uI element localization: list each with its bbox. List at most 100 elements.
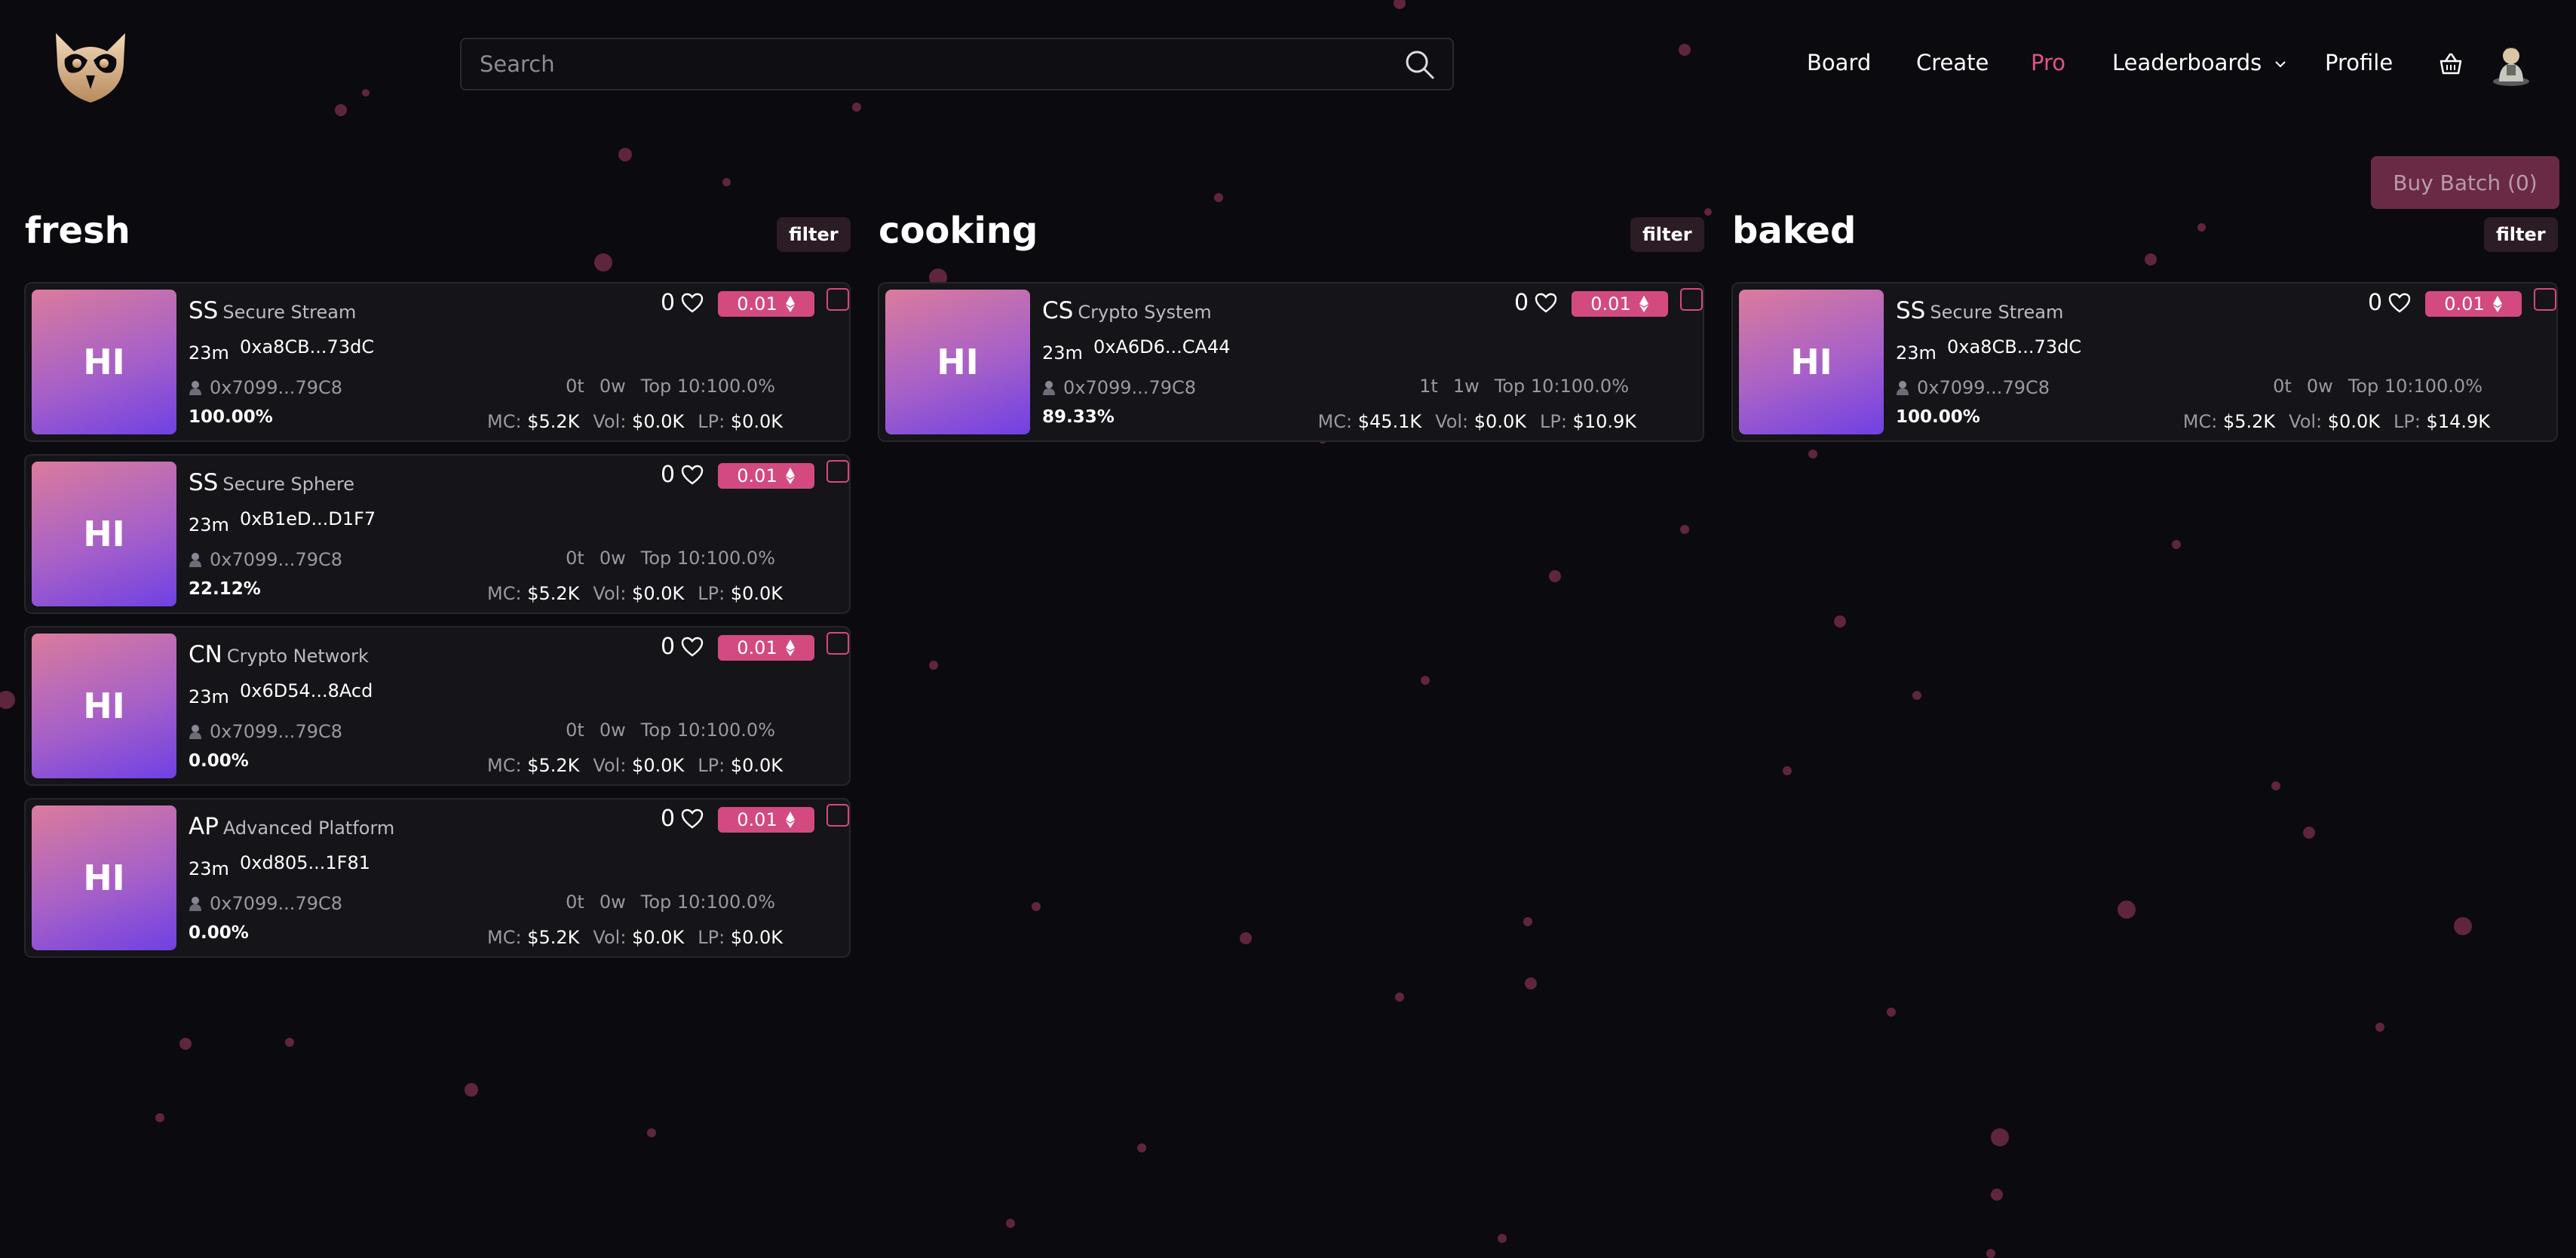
owl-logo-icon[interactable]	[51, 29, 130, 104]
token-symbol: SS	[189, 297, 219, 324]
like-count: 0	[1514, 290, 1529, 316]
quick-buy-button[interactable]: 0.01	[718, 463, 814, 489]
nav-create[interactable]: Create	[1916, 50, 1989, 75]
creator-address[interactable]: 0x7099...79C8	[1063, 377, 1196, 398]
heart-icon[interactable]	[681, 465, 704, 486]
token-symbol: SS	[1896, 297, 1926, 324]
quick-buy-button[interactable]: 0.01	[1572, 291, 1668, 317]
mc-label: MC:	[2182, 411, 2218, 432]
nav-pro[interactable]: Pro	[2031, 50, 2065, 75]
creator-address[interactable]: 0x7099...79C8	[210, 549, 342, 570]
select-checkbox[interactable]	[826, 288, 849, 311]
select-checkbox[interactable]	[826, 460, 849, 483]
price-amount: 0.01	[737, 465, 777, 486]
token-card-baked-1[interactable]: HI SS Secure Stream 23m 0xa8CB...73dC 0x7…	[1731, 282, 2558, 442]
volume: $0.0K	[2327, 411, 2380, 432]
select-checkbox[interactable]	[826, 804, 849, 827]
volume: $0.0K	[632, 583, 685, 604]
heart-icon[interactable]	[681, 808, 704, 830]
top-holders: Top 10:100.0%	[2348, 376, 2482, 397]
token-symbol: AP	[189, 813, 219, 840]
vol-label: Vol:	[593, 755, 627, 776]
mc-label: MC:	[487, 583, 522, 604]
creator-address[interactable]: 0x7099...79C8	[210, 893, 342, 914]
search-bar[interactable]	[460, 38, 1454, 91]
market-cap: $5.2K	[527, 583, 580, 604]
basket-icon[interactable]	[2438, 51, 2464, 77]
select-checkbox[interactable]	[826, 632, 849, 655]
select-checkbox[interactable]	[1680, 288, 1703, 311]
token-address[interactable]: 0xd805...1F81	[240, 852, 370, 873]
avatar[interactable]	[2492, 39, 2531, 86]
top-holders: Top 10:100.0%	[640, 548, 775, 569]
filter-button-baked[interactable]: filter	[2484, 217, 2558, 252]
heart-icon[interactable]	[681, 637, 704, 658]
heart-icon[interactable]	[1535, 293, 1557, 314]
token-age: 23m	[189, 686, 229, 707]
top-holders: Top 10:100.0%	[640, 891, 775, 913]
heart-icon[interactable]	[2388, 293, 2411, 314]
search-icon[interactable]	[1403, 48, 1436, 81]
quick-buy-button[interactable]: 0.01	[718, 291, 814, 317]
nav-profile[interactable]: Profile	[2325, 50, 2393, 75]
token-card-fresh-4[interactable]: HI AP Advanced Platform 23m 0xd805...1F81…	[24, 798, 851, 958]
token-age: 23m	[1042, 342, 1083, 364]
liquidity: $0.0K	[730, 411, 783, 432]
token-address[interactable]: 0xa8CB...73dC	[240, 336, 374, 357]
vol-label: Vol:	[593, 411, 627, 432]
volume: $0.0K	[1474, 411, 1526, 432]
nav-leaderboards[interactable]: Leaderboards	[2112, 50, 2287, 75]
stat-t: 0t	[2273, 376, 2292, 397]
quick-buy-button[interactable]: 0.01	[2425, 291, 2522, 317]
token-card-fresh-2[interactable]: HI SS Secure Sphere 23m 0xB1eD...D1F7 0x7…	[24, 454, 851, 614]
eth-icon	[785, 640, 795, 656]
stat-w: 0w	[599, 720, 626, 741]
market-cap: $45.1K	[1357, 411, 1422, 432]
bonding-progress: 0.00%	[189, 923, 249, 943]
token-card-cooking-1[interactable]: HI CS Crypto System 23m 0xA6D6...CA44 0x7…	[878, 282, 1704, 442]
price-amount: 0.01	[2444, 293, 2485, 314]
vol-label: Vol:	[593, 583, 627, 604]
token-address[interactable]: 0x6D54...8Acd	[240, 680, 373, 701]
token-address[interactable]: 0xA6D6...CA44	[1093, 336, 1231, 357]
vol-label: Vol:	[1435, 411, 1469, 432]
creator-address[interactable]: 0x7099...79C8	[210, 377, 342, 398]
eth-icon	[2492, 296, 2502, 312]
quick-buy-button[interactable]: 0.01	[718, 807, 814, 833]
user-icon	[189, 725, 201, 739]
mc-label: MC:	[487, 927, 522, 948]
filter-button-fresh[interactable]: filter	[777, 217, 851, 252]
filter-button-cooking[interactable]: filter	[1630, 217, 1704, 252]
nav-board[interactable]: Board	[1807, 50, 1871, 75]
token-name: Crypto System	[1078, 302, 1212, 323]
token-card-fresh-1[interactable]: HI SS Secure Stream 23m 0xa8CB...73dC 0x7…	[24, 282, 851, 442]
token-address[interactable]: 0xa8CB...73dC	[1947, 336, 2081, 357]
select-checkbox[interactable]	[2534, 288, 2556, 311]
token-image: HI	[32, 634, 176, 778]
token-age: 23m	[1896, 342, 1937, 364]
creator-address[interactable]: 0x7099...79C8	[1917, 377, 2050, 398]
volume: $0.0K	[632, 755, 685, 776]
token-name: Crypto Network	[226, 646, 369, 667]
mc-label: MC:	[487, 411, 522, 432]
top-holders: Top 10:100.0%	[640, 376, 775, 397]
stat-w: 0w	[599, 891, 626, 913]
token-image: HI	[32, 290, 176, 434]
token-card-fresh-3[interactable]: HI CN Crypto Network 23m 0x6D54...8Acd 0x…	[24, 626, 851, 786]
eth-icon	[1639, 296, 1648, 312]
buy-batch-button[interactable]: Buy Batch (0)	[2371, 156, 2559, 209]
like-count: 0	[661, 634, 676, 660]
heart-icon[interactable]	[681, 293, 704, 314]
column-title-baked: baked	[1732, 210, 1857, 252]
creator-address[interactable]: 0x7099...79C8	[210, 721, 342, 742]
volume: $0.0K	[632, 927, 685, 948]
stat-w: 0w	[599, 548, 626, 569]
user-icon	[189, 381, 201, 395]
search-input[interactable]	[478, 51, 1403, 78]
lp-label: LP:	[698, 583, 725, 604]
lp-label: LP:	[698, 927, 725, 948]
stat-w: 0w	[2306, 376, 2333, 397]
mc-label: MC:	[487, 755, 522, 776]
quick-buy-button[interactable]: 0.01	[718, 635, 814, 661]
token-address[interactable]: 0xB1eD...D1F7	[240, 508, 376, 529]
